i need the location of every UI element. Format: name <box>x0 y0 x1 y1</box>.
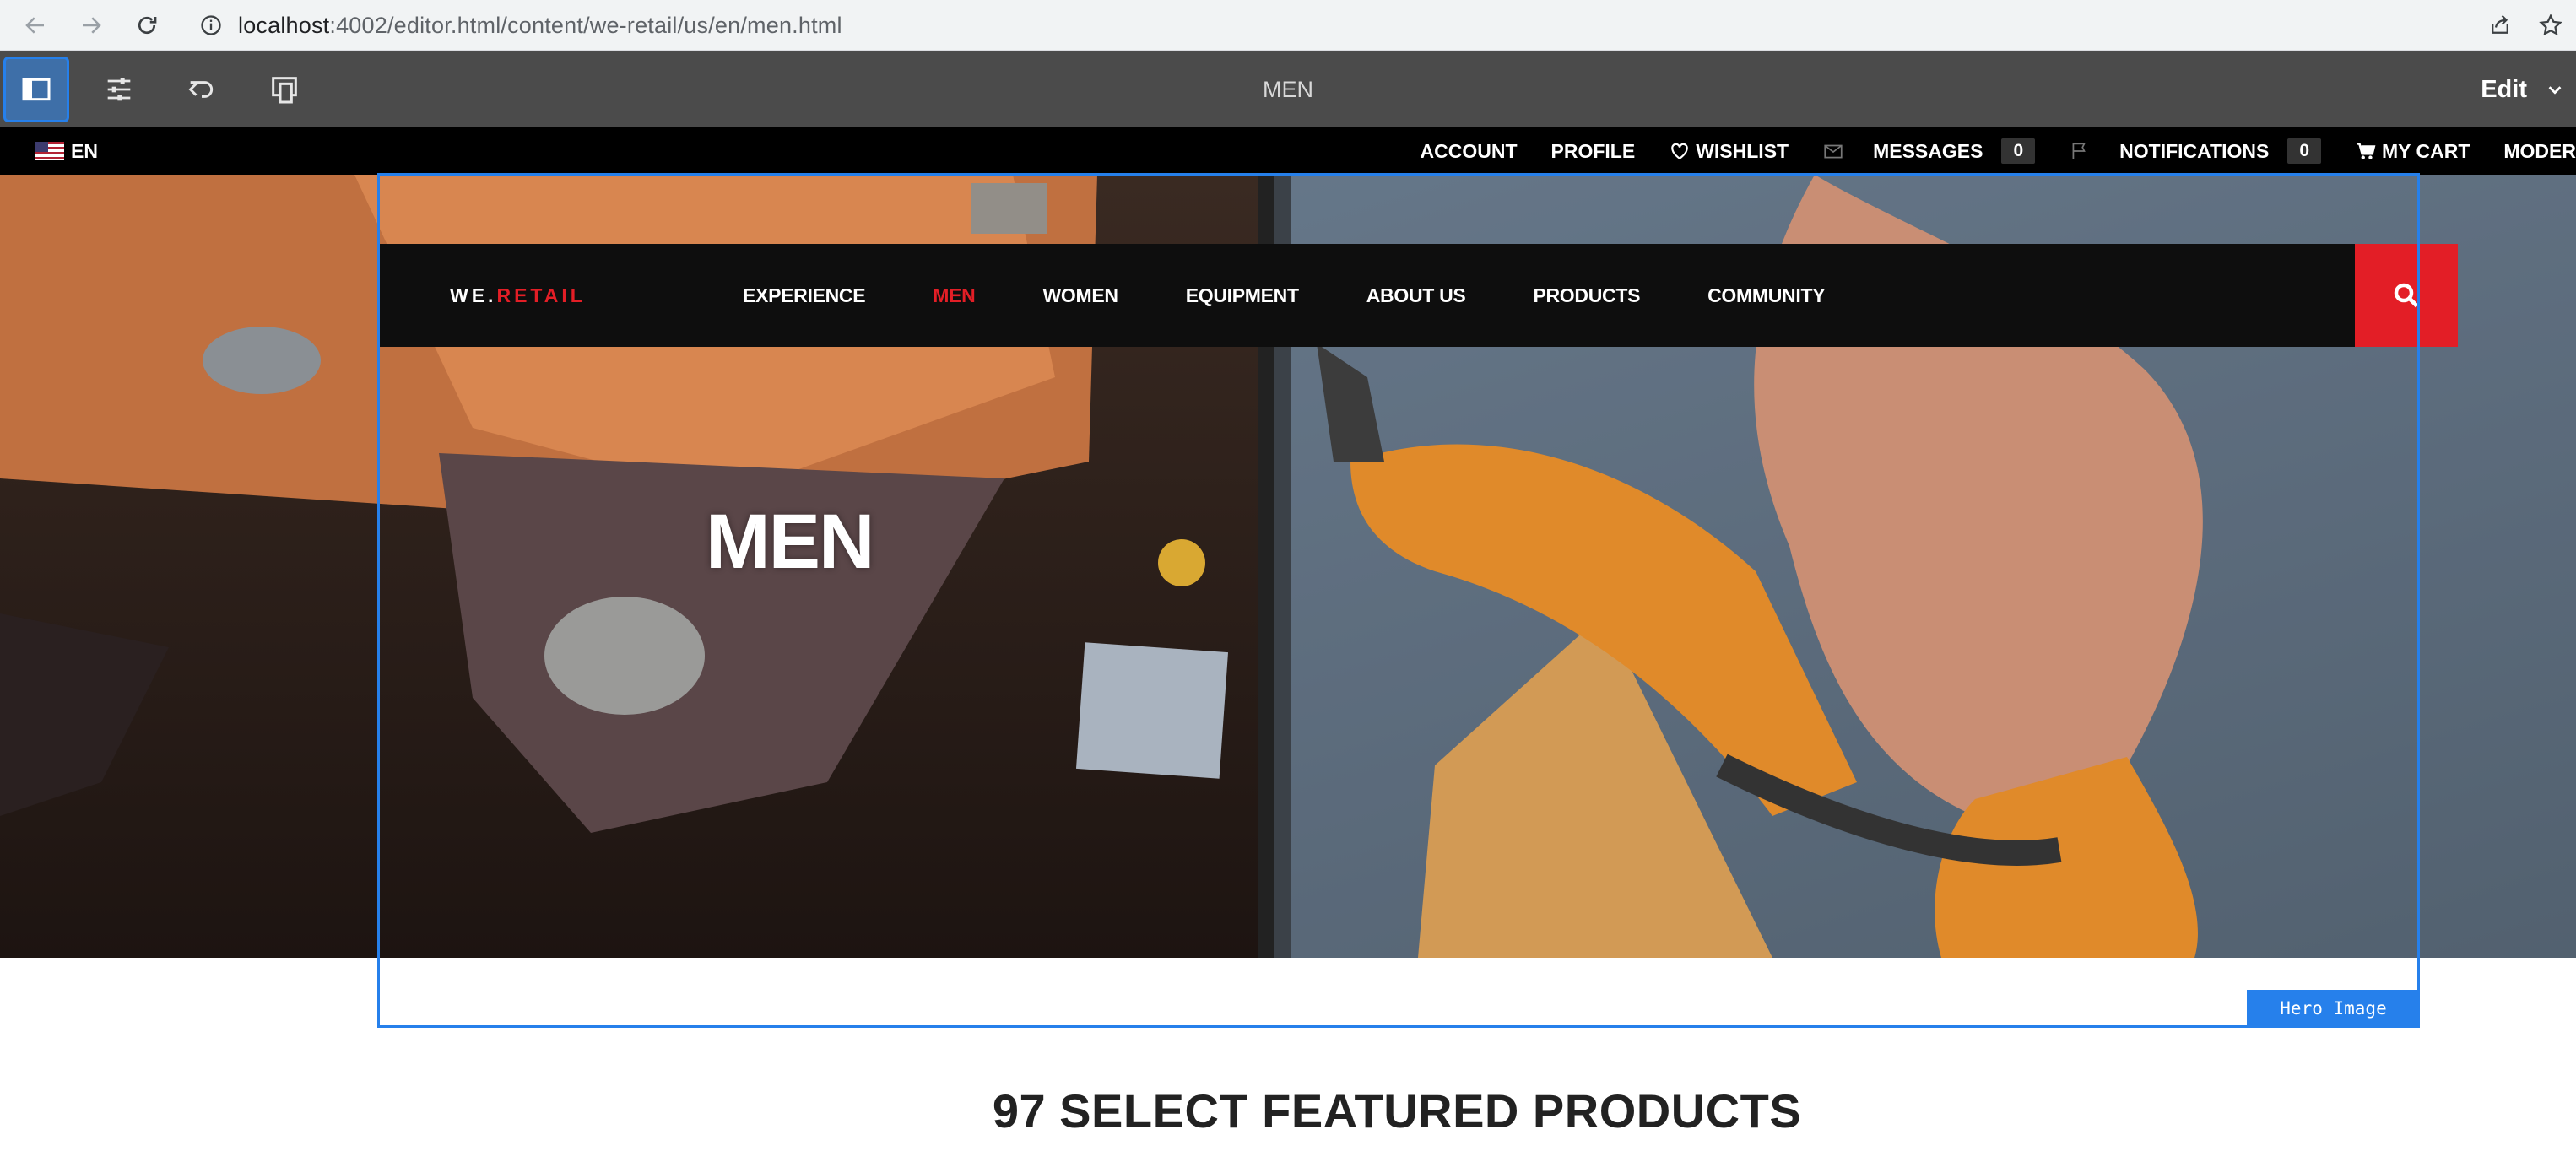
page-title: MEN <box>1263 77 1313 102</box>
cart-label: MY CART <box>2382 139 2470 162</box>
mode-label: Edit <box>2481 75 2527 103</box>
envelope-icon <box>1824 144 1843 159</box>
language-label: EN <box>71 139 98 162</box>
search-button[interactable] <box>2355 244 2458 347</box>
forward-arrow-icon[interactable] <box>71 5 111 46</box>
mode-selector[interactable]: Edit <box>2481 51 2564 127</box>
share-icon[interactable] <box>2480 5 2520 46</box>
nav-items: EXPERIENCE MEN WOMEN EQUIPMENT ABOUT US … <box>743 244 1892 347</box>
url-text: localhost:4002/editor.html/content/we-re… <box>238 12 842 38</box>
browser-toolbar: localhost:4002/editor.html/content/we-re… <box>0 0 2576 51</box>
utility-links: ACCOUNT PROFILE WISHLIST MESSAGES 0 NOTI… <box>1387 127 2576 175</box>
nav-item-men[interactable]: MEN <box>933 284 976 307</box>
cart-icon <box>2357 143 2376 159</box>
messages-count-badge: 0 <box>2001 138 2036 164</box>
moderation-link[interactable]: MODER <box>2503 140 2576 163</box>
featured-products-heading: 97 SELECT FEATURED PRODUCTS <box>992 1084 1802 1137</box>
heart-icon <box>1671 143 1688 159</box>
wishlist-link[interactable]: WISHLIST <box>1669 140 1789 163</box>
undo-icon[interactable] <box>169 57 235 122</box>
main-navigation: WE.RETAIL EXPERIENCE MEN WOMEN EQUIPMENT… <box>378 244 2458 347</box>
component-selection-label[interactable]: Hero Image [Root] <box>2247 990 2420 1056</box>
account-link[interactable]: ACCOUNT <box>1421 140 1518 163</box>
cart-link[interactable]: MY CART <box>2355 140 2470 163</box>
profile-link[interactable]: PROFILE <box>1551 140 1636 163</box>
notifications-link[interactable]: NOTIFICATIONS 0 <box>2069 138 2322 164</box>
page-properties-icon[interactable] <box>86 57 152 122</box>
we-retail-logo[interactable]: WE.RETAIL <box>450 244 586 347</box>
site-utility-bar: EN ACCOUNT PROFILE WISHLIST MESSAGES 0 N… <box>0 127 2576 175</box>
nav-item-about-us[interactable]: ABOUT US <box>1366 284 1466 307</box>
side-panel-icon[interactable] <box>3 57 69 122</box>
nav-item-experience[interactable]: EXPERIENCE <box>743 284 866 307</box>
star-icon[interactable] <box>2530 5 2571 46</box>
messages-link[interactable]: MESSAGES 0 <box>1822 138 2036 164</box>
hero-image[interactable]: WE.RETAIL EXPERIENCE MEN WOMEN EQUIPMENT… <box>0 175 2576 958</box>
flag-icon <box>2072 143 2086 159</box>
logo-prefix: WE. <box>450 284 497 306</box>
us-flag-icon <box>35 142 64 160</box>
search-icon <box>2394 283 2419 308</box>
notifications-count-badge: 0 <box>2287 138 2322 164</box>
nav-item-equipment[interactable]: EQUIPMENT <box>1186 284 1299 307</box>
info-icon[interactable] <box>192 7 230 44</box>
address-bar[interactable]: localhost:4002/editor.html/content/we-re… <box>182 3 2546 47</box>
hero-title: MEN <box>706 499 874 585</box>
language-selector[interactable]: EN <box>35 127 98 175</box>
reload-icon[interactable] <box>127 5 167 46</box>
nav-item-women[interactable]: WOMEN <box>1042 284 1118 307</box>
nav-item-products[interactable]: PRODUCTS <box>1533 284 1640 307</box>
chevron-down-icon <box>2548 86 2562 95</box>
notifications-label: NOTIFICATIONS <box>2119 139 2270 162</box>
editor-toolbar: MEN Edit <box>0 51 2576 127</box>
emulator-icon[interactable] <box>252 57 317 122</box>
wishlist-label: WISHLIST <box>1696 139 1789 162</box>
logo-suffix: RETAIL <box>496 284 586 306</box>
nav-item-community[interactable]: COMMUNITY <box>1707 284 1825 307</box>
messages-label: MESSAGES <box>1873 139 1983 162</box>
back-arrow-icon[interactable] <box>15 5 56 46</box>
